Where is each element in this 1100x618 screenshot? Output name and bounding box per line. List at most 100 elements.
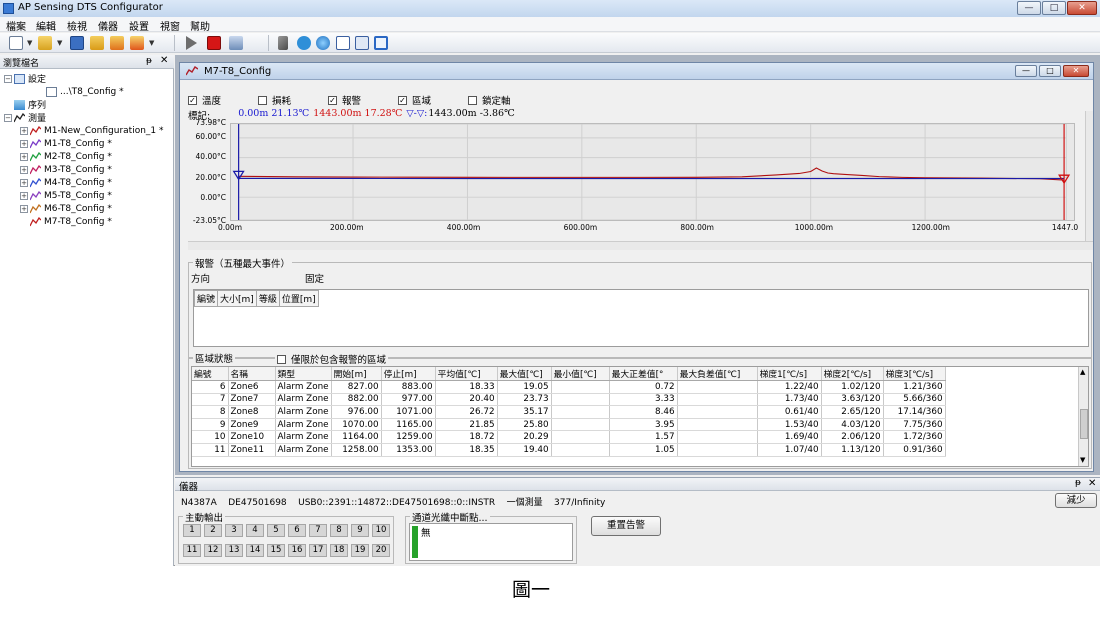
checkbox-lock-axis[interactable]: 鎖定軸 <box>468 93 511 107</box>
channel-button[interactable]: 10 <box>372 524 390 537</box>
child-maximize-button[interactable]: □ <box>1039 65 1061 77</box>
tree-item[interactable]: − 設定 <box>4 72 46 85</box>
close-icon[interactable]: ✕ <box>160 55 168 66</box>
table-row[interactable]: 8 Zone8 Alarm Zone 976.00 1071.00 26.72 35.17 8… <box>192 405 946 419</box>
scroll-up-icon[interactable]: ▲ <box>1080 368 1085 376</box>
channel-button[interactable]: 16 <box>288 544 306 557</box>
pin-icon[interactable]: ᵽ <box>1075 478 1081 488</box>
close-button[interactable]: ✕ <box>1067 1 1097 15</box>
temperature-chart[interactable] <box>230 123 1075 221</box>
save-icon[interactable] <box>70 36 84 50</box>
reduce-button[interactable]: 減少 <box>1055 493 1097 508</box>
checkbox-box[interactable]: ✓ <box>188 95 197 105</box>
play-icon[interactable] <box>186 36 197 50</box>
channel-button[interactable]: 15 <box>267 544 285 557</box>
channel-button[interactable]: 20 <box>372 544 390 557</box>
child-minimize-button[interactable]: — <box>1015 65 1037 77</box>
fiber-break-list[interactable]: 無 <box>409 523 573 561</box>
menu-window[interactable]: 視窗 <box>160 18 180 33</box>
tree-item[interactable]: + M6-T8_Config * <box>20 202 112 215</box>
zone-column-header[interactable]: 編號 <box>192 367 229 381</box>
tree-item[interactable]: + M5-T8_Config * <box>20 189 112 202</box>
tree-item[interactable]: + M1-T8_Config * <box>20 137 112 150</box>
zone-column-header[interactable]: 梯度3[℃/s] <box>883 367 946 381</box>
globe-icon[interactable] <box>316 36 330 50</box>
expand-icon[interactable]: + <box>20 165 28 174</box>
menu-edit[interactable]: 編輯 <box>36 18 56 33</box>
expand-icon[interactable]: + <box>20 139 28 148</box>
scrollbar-thumb[interactable] <box>1080 409 1088 439</box>
tree-item[interactable]: 序列 <box>4 98 46 111</box>
tree-item[interactable]: − 測量 <box>4 111 46 124</box>
open-icon[interactable] <box>38 36 52 50</box>
chart-icon[interactable] <box>336 36 350 50</box>
zone-alarm-filter-checkbox[interactable]: 僅限於包含報警的區域 <box>275 352 389 366</box>
channel-button[interactable]: 7 <box>309 524 327 537</box>
wizard-dropdown-icon[interactable]: ▼ <box>149 39 154 47</box>
wizard-icon[interactable] <box>130 36 144 50</box>
new-dropdown-icon[interactable]: ▼ <box>27 39 32 47</box>
table-row[interactable]: 10 Zone10 Alarm Zone 1164.00 1259.00 18.72 20.… <box>192 430 946 444</box>
channel-button[interactable]: 6 <box>288 524 306 537</box>
channel-button[interactable]: 1 <box>183 524 201 537</box>
table-row[interactable]: 6 Zone6 Alarm Zone 827.00 883.00 18.33 19.05 0.… <box>192 380 946 394</box>
collapse-icon[interactable]: − <box>4 113 12 122</box>
settings-icon[interactable] <box>297 36 311 50</box>
expand-icon[interactable]: + <box>20 191 28 200</box>
checkbox-temperature[interactable]: ✓ 溫度 <box>188 93 221 107</box>
table-row[interactable]: 11 Zone11 Alarm Zone 1258.00 1353.00 18.35 19.… <box>192 443 946 457</box>
zone-column-header[interactable]: 最大負差值[℃] <box>677 367 758 381</box>
zone-column-header[interactable]: 開始[m] <box>331 367 382 381</box>
channel-button[interactable]: 19 <box>351 544 369 557</box>
menu-file[interactable]: 檔案 <box>6 18 26 33</box>
alarm-column-header[interactable]: 位置[m] <box>278 290 319 307</box>
maximize-button[interactable]: □ <box>1042 1 1066 15</box>
zone-column-header[interactable]: 類型 <box>275 367 332 381</box>
zone-column-header[interactable]: 最小值[℃] <box>551 367 610 381</box>
channel-button[interactable]: 4 <box>246 524 264 537</box>
zone-column-header[interactable]: 最大正差值[° <box>609 367 678 381</box>
new-icon[interactable] <box>9 36 23 50</box>
expand-icon[interactable]: + <box>20 178 28 187</box>
wrench-icon[interactable] <box>278 36 288 50</box>
tree-item[interactable]: ...\T8_Config * <box>36 85 124 98</box>
alarm-column-header[interactable]: 等級 <box>255 290 280 307</box>
channel-button[interactable]: 2 <box>204 524 222 537</box>
checkbox-loss[interactable]: 損耗 <box>258 93 291 107</box>
window-icon[interactable] <box>374 36 388 50</box>
channel-button[interactable]: 3 <box>225 524 243 537</box>
stop-icon[interactable] <box>207 36 221 50</box>
tree-item[interactable]: + M4-T8_Config * <box>20 176 112 189</box>
chart-horizontal-scrollbar[interactable] <box>188 241 1093 250</box>
zone-column-header[interactable]: 最大值[℃] <box>497 367 552 381</box>
alarm-column-header[interactable]: 編號 <box>193 290 219 307</box>
open-dropdown-icon[interactable]: ▼ <box>57 39 62 47</box>
menu-instrument[interactable]: 儀器 <box>98 18 118 33</box>
channel-button[interactable]: 11 <box>183 544 201 557</box>
channel-button[interactable]: 9 <box>351 524 369 537</box>
checkbox-box[interactable] <box>258 95 267 105</box>
expand-icon[interactable]: + <box>20 152 28 161</box>
reset-alarm-button[interactable]: 重置告警 <box>591 516 661 536</box>
copy-icon[interactable] <box>90 36 104 50</box>
zone-column-header[interactable]: 停止[m] <box>381 367 436 381</box>
alarm-column-header[interactable]: 大小[m] <box>217 290 257 307</box>
table-row[interactable]: 9 Zone9 Alarm Zone 1070.00 1165.00 21.85 25.80… <box>192 418 946 432</box>
channel-button[interactable]: 8 <box>330 524 348 537</box>
expand-icon[interactable]: + <box>20 204 28 213</box>
delete-icon[interactable] <box>110 36 124 50</box>
panel-icon[interactable] <box>355 36 369 50</box>
close-icon[interactable]: ✕ <box>1088 478 1096 489</box>
expand-icon[interactable]: + <box>20 126 28 135</box>
channel-button[interactable]: 13 <box>225 544 243 557</box>
minimize-button[interactable]: — <box>1017 1 1041 15</box>
channel-button[interactable]: 5 <box>267 524 285 537</box>
zone-column-header[interactable]: 梯度1[℃/s] <box>757 367 822 381</box>
table-row[interactable]: 7 Zone7 Alarm Zone 882.00 977.00 20.40 23.73 3.… <box>192 393 946 407</box>
tree-item[interactable]: + M2-T8_Config * <box>20 150 112 163</box>
channel-button[interactable]: 12 <box>204 544 222 557</box>
channel-button[interactable]: 17 <box>309 544 327 557</box>
zone-column-header[interactable]: 平均值[℃] <box>435 367 498 381</box>
checkbox-zone[interactable]: ✓ 區域 <box>398 93 431 107</box>
menu-settings[interactable]: 設置 <box>129 18 149 33</box>
